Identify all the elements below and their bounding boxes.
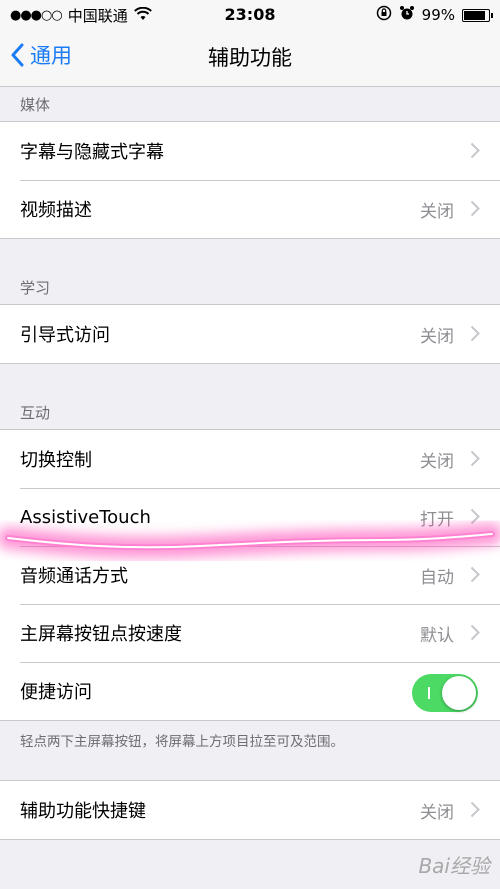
row-value: 打开: [420, 509, 454, 530]
chevron-right-icon: [470, 142, 480, 159]
row-label: 视频描述: [20, 200, 92, 221]
row-value: 自动: [420, 567, 454, 588]
group-shortcut: 辅助功能快捷键 关闭: [0, 780, 500, 840]
row-label: 音频通话方式: [20, 566, 128, 587]
row-captions[interactable]: 字幕与隐藏式字幕: [0, 122, 500, 180]
navigation-bar: 通用 辅助功能: [0, 30, 500, 87]
row-value: 关闭: [420, 201, 454, 222]
row-value: 默认: [420, 625, 454, 646]
chevron-right-icon: [470, 200, 480, 217]
row-assistivetouch[interactable]: AssistiveTouch 打开: [0, 488, 500, 546]
status-right: 99%: [376, 5, 493, 25]
page-title: 辅助功能: [208, 46, 292, 70]
alarm-icon: [399, 5, 415, 25]
row-video-descriptions[interactable]: 视频描述 关闭: [0, 180, 500, 238]
row-guided-access[interactable]: 引导式访问 关闭: [0, 305, 500, 363]
row-accessibility-shortcut[interactable]: 辅助功能快捷键 关闭: [0, 781, 500, 839]
row-label: 字幕与隐藏式字幕: [20, 142, 164, 163]
chevron-right-icon: [470, 624, 480, 641]
section-header-interaction: 互动: [20, 404, 51, 422]
row-value: 关闭: [420, 451, 454, 472]
row-label: 便捷访问: [20, 682, 92, 703]
group-media: 字幕与隐藏式字幕 视频描述 关闭: [0, 121, 500, 239]
interaction-footer-note: 轻点两下主屏幕按钮，将屏幕上方项目拉至可及范围。: [20, 734, 344, 750]
battery-fill: [464, 10, 485, 20]
row-value: 关闭: [420, 326, 454, 347]
section-header-learning: 学习: [20, 279, 51, 297]
chevron-right-icon: [470, 325, 480, 342]
row-switch-control[interactable]: 切换控制 关闭: [0, 430, 500, 488]
chevron-right-icon: [470, 566, 480, 583]
watermark: Bai经验: [418, 854, 490, 878]
row-value: 关闭: [420, 802, 454, 823]
row-home-click-speed[interactable]: 主屏幕按钮点按速度 默认: [0, 604, 500, 662]
row-reachability: 便捷访问: [0, 662, 500, 720]
battery-percent: 99%: [421, 6, 455, 24]
chevron-right-icon: [470, 508, 480, 525]
status-bar: ●●●○○ 中国联通 23:08 99%: [0, 0, 500, 30]
chevron-right-icon: [470, 450, 480, 467]
row-label: 辅助功能快捷键: [20, 801, 146, 822]
chevron-right-icon: [470, 801, 480, 818]
row-label: 主屏幕按钮点按速度: [20, 624, 182, 645]
section-header-media: 媒体: [20, 96, 51, 114]
row-label: 切换控制: [20, 450, 92, 471]
battery-icon: [462, 8, 493, 22]
toggle-on-mark: [428, 687, 430, 699]
reachability-toggle[interactable]: [412, 674, 478, 712]
group-learning: 引导式访问 关闭: [0, 304, 500, 364]
row-call-audio-routing[interactable]: 音频通话方式 自动: [0, 546, 500, 604]
rotation-lock-icon: [376, 5, 392, 25]
group-interaction: 切换控制 关闭 AssistiveTouch 打开 音频通话方式 自动 主屏幕按…: [0, 429, 500, 721]
row-label: AssistiveTouch: [20, 506, 151, 528]
row-label: 引导式访问: [20, 325, 110, 346]
toggle-knob: [442, 676, 476, 710]
